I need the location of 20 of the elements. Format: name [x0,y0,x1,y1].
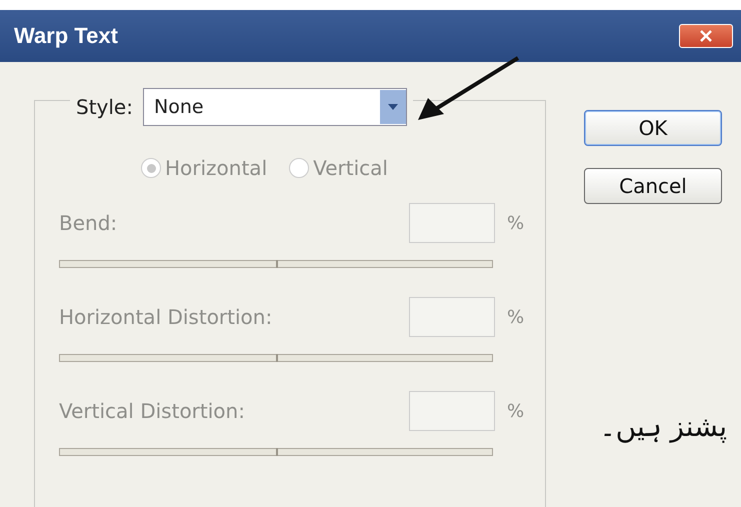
value-field[interactable] [409,297,495,337]
value-field[interactable] [409,203,495,243]
dialog-button[interactable]: Cancel [584,168,722,204]
caption-text: پشنز ہیں۔ [600,410,727,443]
value-field[interactable] [409,391,495,431]
slider-track[interactable] [59,260,493,268]
close-button[interactable] [679,24,733,48]
slider-track[interactable] [59,448,493,456]
slider-label: Horizontal Distortion: [59,305,274,329]
style-label: Style: [76,95,133,119]
slider-label: Bend: [59,211,118,235]
window-title: Warp Text [14,23,118,49]
close-icon [698,30,714,42]
style-dropdown[interactable]: None [142,88,407,126]
percent-label: % [507,306,524,328]
percent-label: % [507,400,524,422]
dialog-button[interactable]: OK [584,110,722,146]
slider-label: Vertical Distortion: [59,399,246,423]
slider-track[interactable] [59,354,493,362]
percent-label: % [507,212,524,234]
